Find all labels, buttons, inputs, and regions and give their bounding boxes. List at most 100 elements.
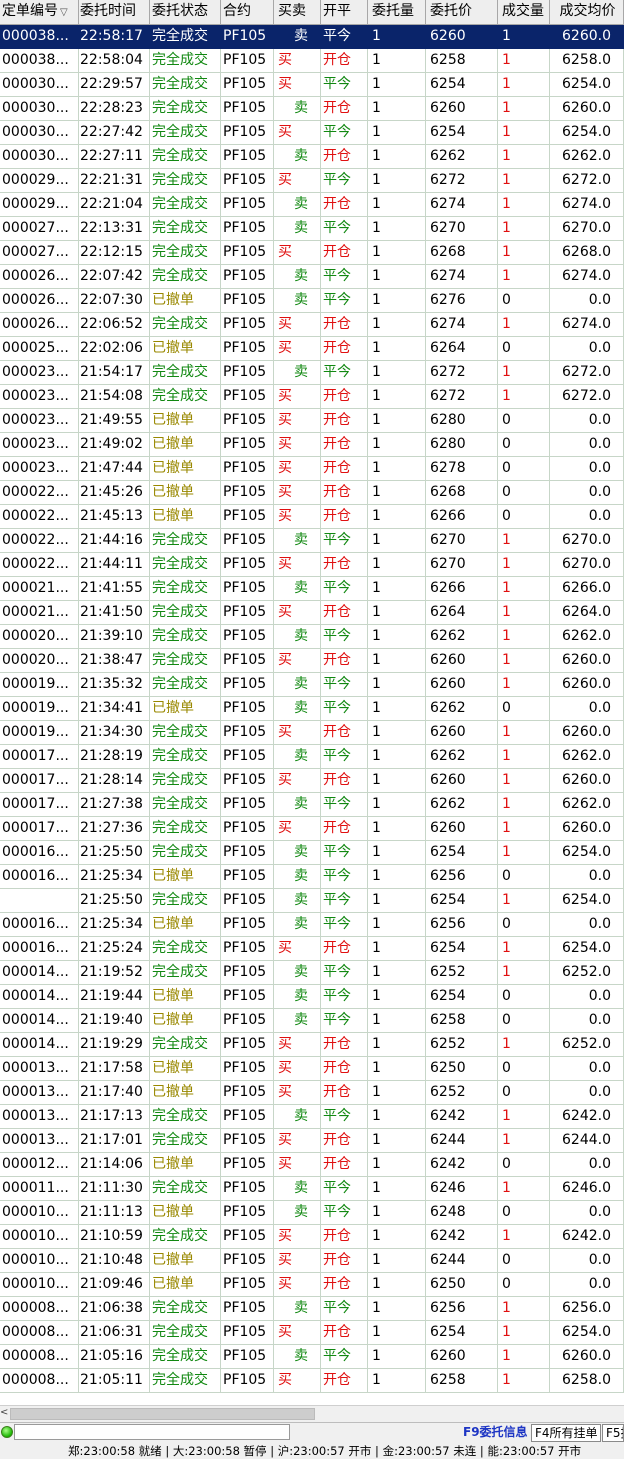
column-header-avg-price[interactable]: 成交均价 bbox=[550, 0, 624, 24]
table-row[interactable]: 000023... 21:47:44 已撤单 PF105 买开仓 1 6278 0 0.0 bbox=[0, 457, 624, 481]
column-header-contract[interactable]: 合约 bbox=[221, 0, 274, 24]
cell-contract: PF105 bbox=[221, 241, 274, 265]
table-row[interactable]: 000030... 22:27:42 完全成交 PF105 买平今 1 6254 1 6254.… bbox=[0, 121, 624, 145]
column-header-side[interactable]: 买卖 bbox=[274, 0, 321, 24]
table-row[interactable]: 000016... 21:25:34 已撤单 PF105 卖平今 1 6256 0 0.0 bbox=[0, 913, 624, 937]
table-row[interactable]: 000019... 21:34:30 完全成交 PF105 买开仓 1 6260 1 6260.… bbox=[0, 721, 624, 745]
cell-time: 21:28:19 bbox=[79, 745, 150, 769]
table-row[interactable]: 000020... 21:39:10 完全成交 PF105 卖平今 1 6262 1 6262.… bbox=[0, 625, 624, 649]
cell-price: 6260 bbox=[426, 817, 498, 841]
table-row[interactable]: 000013... 21:17:01 完全成交 PF105 买开仓 1 6244 1 6244.… bbox=[0, 1129, 624, 1153]
table-row[interactable]: 000021... 21:41:55 完全成交 PF105 卖平今 1 6266 1 6266.… bbox=[0, 577, 624, 601]
column-header-quantity[interactable]: 委托量 bbox=[368, 0, 426, 24]
cell-avg-price: 6260.0 bbox=[550, 649, 624, 673]
table-row[interactable]: 000010... 21:11:13 已撤单 PF105 卖平今 1 6248 0 0.0 bbox=[0, 1201, 624, 1225]
cell-status: 已撤单 bbox=[150, 913, 221, 937]
table-row[interactable]: 000029... 22:21:31 完全成交 PF105 买平今 1 6272 1 6272.… bbox=[0, 169, 624, 193]
table-row[interactable]: 000010... 21:09:46 已撤单 PF105 买开仓 1 6250 0 0.0 bbox=[0, 1273, 624, 1297]
cell-filled-qty: 1 bbox=[498, 49, 550, 73]
table-row[interactable]: 000023... 21:54:17 完全成交 PF105 卖平今 1 6272 1 6272.… bbox=[0, 361, 624, 385]
cell-contract: PF105 bbox=[221, 313, 274, 337]
column-header-filled-qty[interactable]: 成交量 bbox=[498, 0, 550, 24]
table-row[interactable]: 000025... 22:02:06 已撤单 PF105 买开仓 1 6264 0 0.0 bbox=[0, 337, 624, 361]
table-row[interactable]: 000030... 22:27:11 完全成交 PF105 卖开仓 1 6262 1 6262.… bbox=[0, 145, 624, 169]
scrollbar-thumb[interactable] bbox=[10, 1408, 315, 1420]
table-row[interactable]: 000017... 21:27:38 完全成交 PF105 卖平今 1 6262 1 6262.… bbox=[0, 793, 624, 817]
tab-next[interactable]: F5报 bbox=[602, 1424, 624, 1442]
table-row[interactable]: 000013... 21:17:40 已撤单 PF105 买开仓 1 6252 0 0.0 bbox=[0, 1081, 624, 1105]
table-row[interactable]: 000038... 22:58:17 完全成交 PF105 卖平今 1 6260 1 6260.… bbox=[0, 25, 624, 49]
tab-all-pending[interactable]: F4所有挂单 bbox=[531, 1424, 601, 1442]
table-row[interactable]: 000014... 21:19:52 完全成交 PF105 卖平今 1 6252 1 6252.… bbox=[0, 961, 624, 985]
table-row[interactable]: 000022... 21:45:13 已撤单 PF105 买开仓 1 6266 0 0.0 bbox=[0, 505, 624, 529]
cell-contract: PF105 bbox=[221, 697, 274, 721]
table-row[interactable]: 000030... 22:28:23 完全成交 PF105 卖开仓 1 6260 1 6260.… bbox=[0, 97, 624, 121]
table-row[interactable]: 000011... 21:11:30 完全成交 PF105 卖平今 1 6246 1 6246.… bbox=[0, 1177, 624, 1201]
cell-price: 6274 bbox=[426, 193, 498, 217]
table-row[interactable]: 000014... 21:19:40 已撤单 PF105 卖平今 1 6258 0 0.0 bbox=[0, 1009, 624, 1033]
cell-contract: PF105 bbox=[221, 433, 274, 457]
column-header-price[interactable]: 委托价 bbox=[426, 0, 498, 24]
table-row[interactable]: 000023... 21:54:08 完全成交 PF105 买开仓 1 6272 1 6272.… bbox=[0, 385, 624, 409]
table-row[interactable]: 000026... 22:06:52 完全成交 PF105 买开仓 1 6274 1 6274.… bbox=[0, 313, 624, 337]
table-row[interactable]: 000012... 21:14:06 已撤单 PF105 买开仓 1 6242 0 0.0 bbox=[0, 1153, 624, 1177]
table-row[interactable]: 000008... 21:05:11 完全成交 PF105 买开仓 1 6258 1 6258.… bbox=[0, 1369, 624, 1393]
cell-status: 完全成交 bbox=[150, 817, 221, 841]
table-row[interactable]: 000020... 21:38:47 完全成交 PF105 买开仓 1 6260 1 6260.… bbox=[0, 649, 624, 673]
table-row[interactable]: 000021... 21:41:50 完全成交 PF105 买开仓 1 6264 1 6264.… bbox=[0, 601, 624, 625]
table-row[interactable]: 000017... 21:28:14 完全成交 PF105 买开仓 1 6260 1 6260.… bbox=[0, 769, 624, 793]
cell-open-close: 开仓 bbox=[321, 409, 368, 433]
table-row[interactable]: 000014... 21:19:44 已撤单 PF105 卖平今 1 6254 0 0.0 bbox=[0, 985, 624, 1009]
table-row[interactable]: 000010... 21:10:48 已撤单 PF105 买开仓 1 6244 0 0.0 bbox=[0, 1249, 624, 1273]
column-header-time[interactable]: 委托时间 bbox=[79, 0, 150, 24]
table-row[interactable]: 000026... 22:07:30 已撤单 PF105 卖平今 1 6276 0 0.0 bbox=[0, 289, 624, 313]
command-input[interactable] bbox=[14, 1424, 290, 1440]
cell-status: 完全成交 bbox=[150, 577, 221, 601]
table-row[interactable]: 000008... 21:06:38 完全成交 PF105 卖平今 1 6256 1 6256.… bbox=[0, 1297, 624, 1321]
table-row[interactable]: 000027... 22:13:31 完全成交 PF105 卖平今 1 6270 1 6270.… bbox=[0, 217, 624, 241]
table-row[interactable]: 000022... 21:44:11 完全成交 PF105 买开仓 1 6270 1 6270.… bbox=[0, 553, 624, 577]
column-header-order-id[interactable]: 定单编号 ▽ bbox=[0, 0, 79, 24]
table-row[interactable]: 000019... 21:35:32 完全成交 PF105 卖平今 1 6260 1 6260.… bbox=[0, 673, 624, 697]
table-row[interactable]: 000030... 22:29:57 完全成交 PF105 买平今 1 6254 1 6254.… bbox=[0, 73, 624, 97]
table-row[interactable]: 000023... 21:49:02 已撤单 PF105 买开仓 1 6280 0 0.0 bbox=[0, 433, 624, 457]
cell-avg-price: 0.0 bbox=[550, 985, 624, 1009]
table-row[interactable]: 000027... 22:12:15 完全成交 PF105 买开仓 1 6268 1 6268.… bbox=[0, 241, 624, 265]
column-header-status[interactable]: 委托状态 bbox=[150, 0, 221, 24]
horizontal-scrollbar[interactable]: < bbox=[0, 1405, 624, 1422]
cell-status: 已撤单 bbox=[150, 457, 221, 481]
table-row[interactable]: 000016... 21:25:24 完全成交 PF105 买开仓 1 6254 1 6254.… bbox=[0, 937, 624, 961]
table-row[interactable]: 000013... 21:17:58 已撤单 PF105 买开仓 1 6250 0 0.0 bbox=[0, 1057, 624, 1081]
cell-quantity: 1 bbox=[368, 577, 426, 601]
table-row[interactable]: 000017... 21:27:36 完全成交 PF105 买开仓 1 6260 1 6260.… bbox=[0, 817, 624, 841]
table-row[interactable]: 000013... 21:17:13 完全成交 PF105 卖平今 1 6242 1 6242.… bbox=[0, 1105, 624, 1129]
table-row[interactable]: 000026... 22:07:42 完全成交 PF105 卖平今 1 6274 1 6274.… bbox=[0, 265, 624, 289]
table-row[interactable]: 000016... 21:25:50 完全成交 PF105 卖平今 1 6254 1 6254.… bbox=[0, 841, 624, 865]
table-row[interactable]: 21:25:50 完全成交 PF105 卖平今 1 6254 1 6254.0 bbox=[0, 889, 624, 913]
table-row[interactable]: 000038... 22:58:04 完全成交 PF105 买开仓 1 6258 1 6258.… bbox=[0, 49, 624, 73]
table-row[interactable]: 000023... 21:49:55 已撤单 PF105 买开仓 1 6280 0 0.0 bbox=[0, 409, 624, 433]
table-row[interactable]: 000022... 21:44:16 完全成交 PF105 卖平今 1 6270 1 6270.… bbox=[0, 529, 624, 553]
tab-order-info[interactable]: F9委托信息 bbox=[460, 1424, 530, 1442]
table-row[interactable]: 000029... 22:21:04 完全成交 PF105 卖开仓 1 6274 1 6274.… bbox=[0, 193, 624, 217]
table-row[interactable]: 000010... 21:10:59 完全成交 PF105 买开仓 1 6242 1 6242.… bbox=[0, 1225, 624, 1249]
cell-status: 完全成交 bbox=[150, 1177, 221, 1201]
cell-side: 卖 bbox=[274, 793, 321, 817]
cell-order-id: 000013... bbox=[0, 1057, 79, 1081]
table-row[interactable]: 000022... 21:45:26 已撤单 PF105 买开仓 1 6268 0 0.0 bbox=[0, 481, 624, 505]
cell-status: 已撤单 bbox=[150, 337, 221, 361]
table-row[interactable]: 000014... 21:19:29 完全成交 PF105 买开仓 1 6252 1 6252.… bbox=[0, 1033, 624, 1057]
table-row[interactable]: 000008... 21:06:31 完全成交 PF105 买开仓 1 6254 1 6254.… bbox=[0, 1321, 624, 1345]
column-header-open-close[interactable]: 开平 bbox=[321, 0, 368, 24]
cell-contract: PF105 bbox=[221, 673, 274, 697]
table-row[interactable]: 000019... 21:34:41 已撤单 PF105 卖平今 1 6262 0 0.0 bbox=[0, 697, 624, 721]
cell-price: 6268 bbox=[426, 241, 498, 265]
table-row[interactable]: 000008... 21:05:16 完全成交 PF105 卖平今 1 6260 1 6260.… bbox=[0, 1345, 624, 1369]
cell-price: 6272 bbox=[426, 385, 498, 409]
table-row[interactable]: 000017... 21:28:19 完全成交 PF105 卖平今 1 6262 1 6262.… bbox=[0, 745, 624, 769]
cell-price: 6250 bbox=[426, 1273, 498, 1297]
cell-time: 21:49:02 bbox=[79, 433, 150, 457]
scroll-left-arrow-icon[interactable]: < bbox=[0, 1407, 8, 1418]
table-row[interactable]: 000016... 21:25:34 已撤单 PF105 卖平今 1 6256 0 0.0 bbox=[0, 865, 624, 889]
cell-order-id: 000030... bbox=[0, 121, 79, 145]
